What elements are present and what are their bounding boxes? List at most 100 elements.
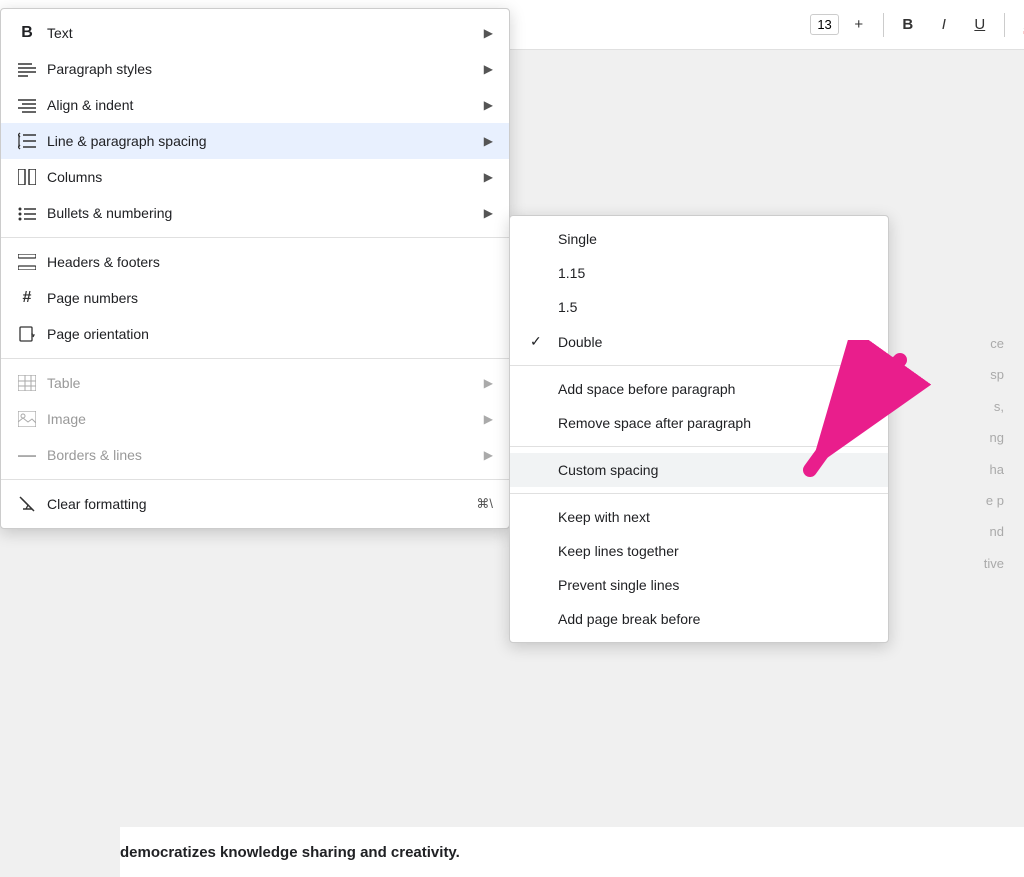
paragraph-styles-icon: [17, 59, 37, 79]
submenu-double-label: Double: [558, 334, 602, 350]
submenu-item-single[interactable]: Single: [510, 222, 888, 256]
submenu-add-space-before-label: Add space before paragraph: [558, 381, 735, 397]
menu-item-clear-formatting[interactable]: Clear formatting ⌘\: [1, 486, 509, 522]
menu-item-borders-lines: — Borders & lines ▶: [1, 437, 509, 473]
paragraph-styles-arrow-icon: ▶: [484, 62, 493, 76]
menu-image-label: Image: [47, 411, 474, 427]
page-numbers-icon: #: [17, 288, 37, 308]
submenu-item-add-page-break[interactable]: Add page break before: [510, 602, 888, 636]
menu-page-numbers-label: Page numbers: [47, 290, 493, 306]
menu-headers-footers-label: Headers & footers: [47, 254, 493, 270]
menu-item-page-orientation[interactable]: Page orientation: [1, 316, 509, 352]
image-icon: [17, 409, 37, 429]
table-arrow-icon: ▶: [484, 376, 493, 390]
submenu-divider-2: [510, 446, 888, 447]
bg-text-line7: nd: [984, 516, 1004, 547]
headers-footers-icon: [17, 252, 37, 272]
italic-button[interactable]: I: [928, 9, 960, 41]
menu-item-page-numbers[interactable]: # Page numbers: [1, 280, 509, 316]
bg-text-line8: tive: [984, 548, 1004, 579]
submenu-item-double[interactable]: ✓ Double: [510, 324, 888, 359]
submenu-custom-spacing-label: Custom spacing: [558, 462, 658, 478]
clear-formatting-shortcut: ⌘\: [476, 496, 493, 512]
submenu-keep-with-next-label: Keep with next: [558, 509, 650, 525]
menu-item-headers-footers[interactable]: Headers & footers: [1, 244, 509, 280]
submenu-item-keep-lines-together[interactable]: Keep lines together: [510, 534, 888, 568]
columns-arrow-icon: ▶: [484, 170, 493, 184]
menu-borders-lines-label: Borders & lines: [47, 447, 474, 463]
submenu-single-label: Single: [558, 231, 597, 247]
double-check: ✓: [530, 333, 548, 350]
menu-item-text[interactable]: B Text ▶: [1, 15, 509, 51]
align-indent-arrow-icon: ▶: [484, 98, 493, 112]
add-font-size-button[interactable]: +: [843, 9, 875, 41]
bg-text-line4: ng: [984, 422, 1004, 453]
menu-table-label: Table: [47, 375, 474, 391]
menu-align-indent-label: Align & indent: [47, 97, 474, 113]
submenu-item-prevent-single-lines[interactable]: Prevent single lines: [510, 568, 888, 602]
bg-text-line3: s,: [984, 391, 1004, 422]
columns-icon: [17, 167, 37, 187]
clear-formatting-icon: [17, 494, 37, 514]
submenu-item-keep-with-next[interactable]: Keep with next: [510, 500, 888, 534]
borders-lines-icon: —: [17, 445, 37, 465]
table-icon: [17, 373, 37, 393]
borders-arrow-icon: ▶: [484, 448, 493, 462]
page-orientation-icon: [17, 324, 37, 344]
font-color-button[interactable]: A: [1013, 9, 1024, 41]
bg-text-line6: e p: [984, 485, 1004, 516]
menu-divider-3: [1, 479, 509, 480]
bold-button[interactable]: B: [892, 9, 924, 41]
toolbar-separator-1: [883, 13, 884, 37]
submenu-1-15-label: 1.15: [558, 265, 585, 281]
submenu-remove-space-after-label: Remove space after paragraph: [558, 415, 751, 431]
font-size-value: 13: [817, 17, 831, 32]
menu-item-align-indent[interactable]: Align & indent ▶: [1, 87, 509, 123]
bg-text-line5: ha: [984, 454, 1004, 485]
menu-item-paragraph-styles[interactable]: Paragraph styles ▶: [1, 51, 509, 87]
menu-item-table: Table ▶: [1, 365, 509, 401]
text-arrow-icon: ▶: [484, 26, 493, 40]
submenu-item-remove-space-after[interactable]: Remove space after paragraph: [510, 406, 888, 440]
submenu-divider-3: [510, 493, 888, 494]
submenu-item-add-space-before[interactable]: Add space before paragraph: [510, 372, 888, 406]
line-spacing-submenu: Single 1.15 1.5 ✓ Double Add space befor…: [509, 215, 889, 643]
bullets-icon: [17, 203, 37, 223]
submenu-add-page-break-label: Add page break before: [558, 611, 700, 627]
toolbar-separator-2: [1004, 13, 1005, 37]
line-spacing-icon: [17, 131, 37, 151]
submenu-1-5-label: 1.5: [558, 299, 577, 315]
menu-paragraph-styles-label: Paragraph styles: [47, 61, 474, 77]
menu-clear-formatting-label: Clear formatting: [47, 496, 466, 512]
underline-button[interactable]: U: [964, 9, 996, 41]
menu-divider-2: [1, 358, 509, 359]
font-size-input[interactable]: 13: [810, 14, 838, 35]
submenu-prevent-single-lines-label: Prevent single lines: [558, 577, 679, 593]
bullets-arrow-icon: ▶: [484, 206, 493, 220]
menu-text-label: Text: [47, 25, 474, 41]
menu-item-image: Image ▶: [1, 401, 509, 437]
menu-bullets-label: Bullets & numbering: [47, 205, 474, 221]
menu-item-columns[interactable]: Columns ▶: [1, 159, 509, 195]
bottom-text-content: democratizes knowledge sharing and creat…: [120, 844, 460, 861]
menu-page-orientation-label: Page orientation: [47, 326, 493, 342]
bottom-doc-text: democratizes knowledge sharing and creat…: [120, 827, 1024, 877]
background-doc-text: ce sp s, ng ha e p nd tive: [964, 320, 1024, 587]
text-bold-icon: B: [17, 23, 37, 43]
bg-text-line1: ce: [984, 328, 1004, 359]
menu-item-bullets[interactable]: Bullets & numbering ▶: [1, 195, 509, 231]
bg-text-line2: sp: [984, 359, 1004, 390]
menu-divider-1: [1, 237, 509, 238]
submenu-keep-lines-together-label: Keep lines together: [558, 543, 679, 559]
menu-line-spacing-label: Line & paragraph spacing: [47, 133, 474, 149]
menu-columns-label: Columns: [47, 169, 474, 185]
submenu-divider-1: [510, 365, 888, 366]
align-indent-icon: [17, 95, 37, 115]
format-dropdown: B Text ▶ Paragraph styles ▶ Align & inde: [0, 8, 510, 529]
menu-item-line-spacing[interactable]: Line & paragraph spacing ▶: [1, 123, 509, 159]
submenu-item-1-5[interactable]: 1.5: [510, 290, 888, 324]
image-arrow-icon: ▶: [484, 412, 493, 426]
line-spacing-arrow-icon: ▶: [484, 134, 493, 148]
submenu-item-1-15[interactable]: 1.15: [510, 256, 888, 290]
submenu-item-custom-spacing[interactable]: Custom spacing: [510, 453, 888, 487]
